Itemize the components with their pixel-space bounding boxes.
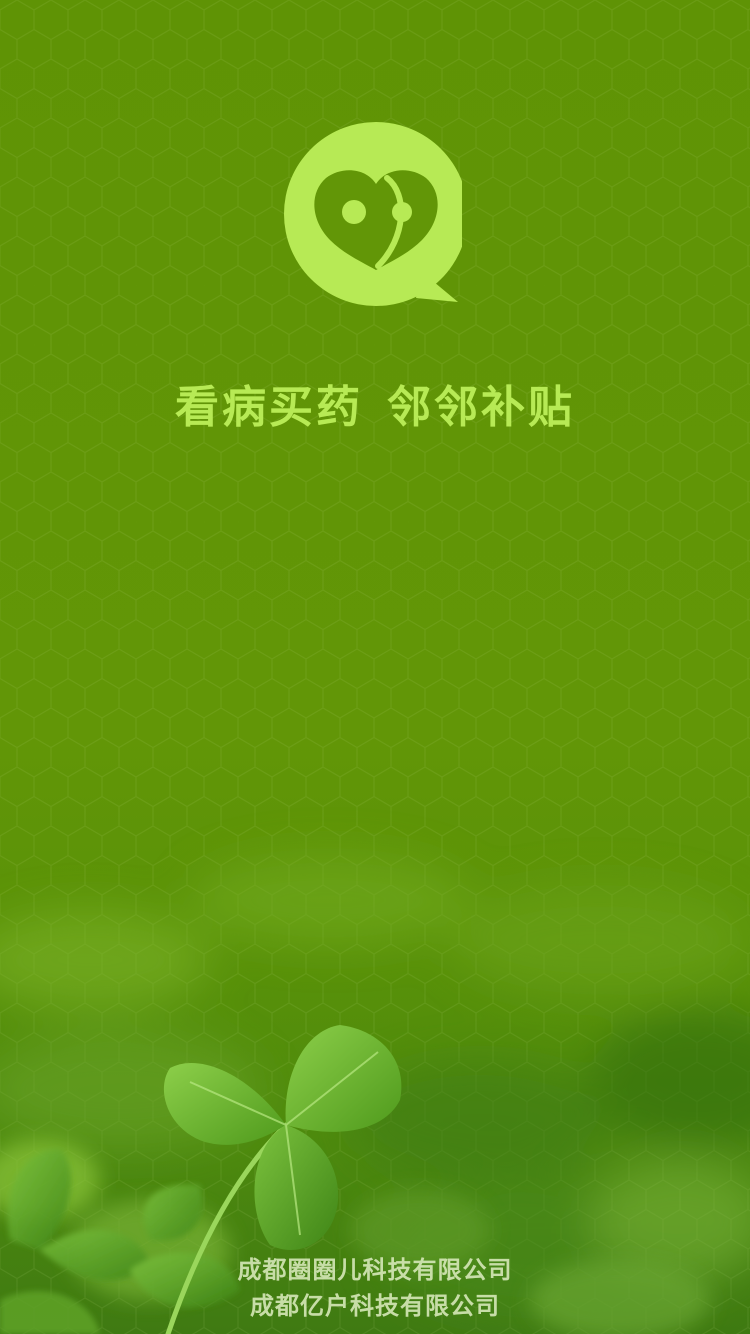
company-info: 成都圈圈儿科技有限公司 成都亿户科技有限公司 (0, 1252, 750, 1324)
company-name-1: 成都圈圈儿科技有限公司 (237, 1256, 513, 1284)
company-name-2: 成都亿户科技有限公司 (250, 1292, 500, 1320)
clover-illustration (0, 1025, 402, 1334)
splash-screen: 看病买药 邻邻补贴 成都圈圈儿科技有限公司 成都亿户科技有限公司 (0, 0, 750, 1334)
